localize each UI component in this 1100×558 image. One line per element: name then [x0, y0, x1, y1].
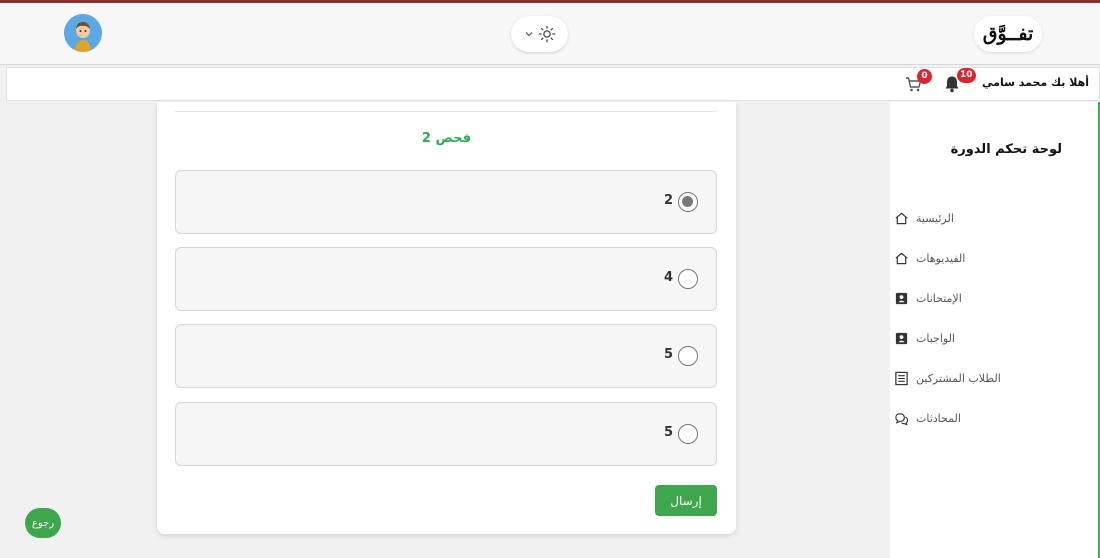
divider: [175, 111, 717, 112]
cart-count-badge: 0: [917, 69, 932, 84]
sidebar-item-label: الفيديوهات: [916, 251, 966, 265]
sidebar-item-homework[interactable]: الواجبات: [894, 318, 1054, 358]
app-logo[interactable]: تفــوَّق: [974, 16, 1042, 52]
sidebar-item-chats[interactable]: المحادثات: [894, 398, 1054, 438]
radio-button-checked[interactable]: [678, 192, 698, 212]
notification-count-badge: 10: [957, 68, 976, 83]
chat-icon: [895, 412, 909, 426]
contact-card-icon: [895, 332, 908, 344]
course-sidebar: لوحة تحكم الدورة الرئيسية الفيديوهات الإ…: [890, 102, 1100, 558]
home-icon: [895, 252, 908, 264]
sidebar-item-home[interactable]: الرئيسية: [894, 198, 1054, 238]
sidebar-item-label: الرئيسية: [916, 211, 954, 225]
home-icon: [895, 212, 908, 224]
user-greeting: أهلا بك محمد سامي: [982, 76, 1089, 89]
answer-option-label: 5: [663, 425, 673, 440]
student-avatar-icon[interactable]: [64, 14, 102, 52]
answer-option-label: 2: [663, 193, 673, 208]
sun-icon: [538, 25, 555, 43]
submit-button[interactable]: إرسال: [655, 485, 717, 516]
sidebar-nav: الرئيسية الفيديوهات الإمتحانات الواجبات …: [894, 198, 1054, 438]
radio-button[interactable]: [678, 346, 698, 366]
list-icon: [895, 371, 908, 385]
header: تفــوَّق: [0, 3, 1100, 65]
sidebar-item-label: الواجبات: [916, 331, 955, 345]
sidebar-item-exams[interactable]: الإمتحانات: [894, 278, 1054, 318]
sidebar-item-label: المحادثات: [916, 411, 961, 425]
theme-toggle-button[interactable]: [511, 16, 568, 52]
sidebar-item-enrolled-students[interactable]: الطلاب المشتركين: [894, 358, 1054, 398]
answer-option[interactable]: 5: [175, 324, 717, 388]
answer-option[interactable]: 5: [175, 402, 717, 466]
radio-button[interactable]: [678, 269, 698, 289]
sidebar-item-label: الطلاب المشتركين: [916, 371, 1001, 385]
chevron-down-icon: [525, 32, 532, 37]
answer-option-label: 5: [663, 347, 673, 362]
radio-button[interactable]: [678, 424, 698, 444]
back-button[interactable]: رجوع: [25, 508, 61, 538]
quiz-card: فحص 2 2 4 5 5 إرسال: [157, 102, 736, 534]
answer-option[interactable]: 2: [175, 170, 717, 234]
contact-card-icon: [895, 292, 908, 304]
sidebar-item-label: الإمتحانات: [916, 291, 962, 305]
sidebar-title: لوحة تحكم الدورة: [950, 142, 1062, 157]
user-bar: 0 10 أهلا بك محمد سامي: [6, 67, 1100, 101]
sidebar-item-videos[interactable]: الفيديوهات: [894, 238, 1054, 278]
answer-option[interactable]: 4: [175, 247, 717, 311]
question-title: فحص 2: [421, 131, 472, 146]
answer-option-label: 4: [663, 270, 673, 285]
